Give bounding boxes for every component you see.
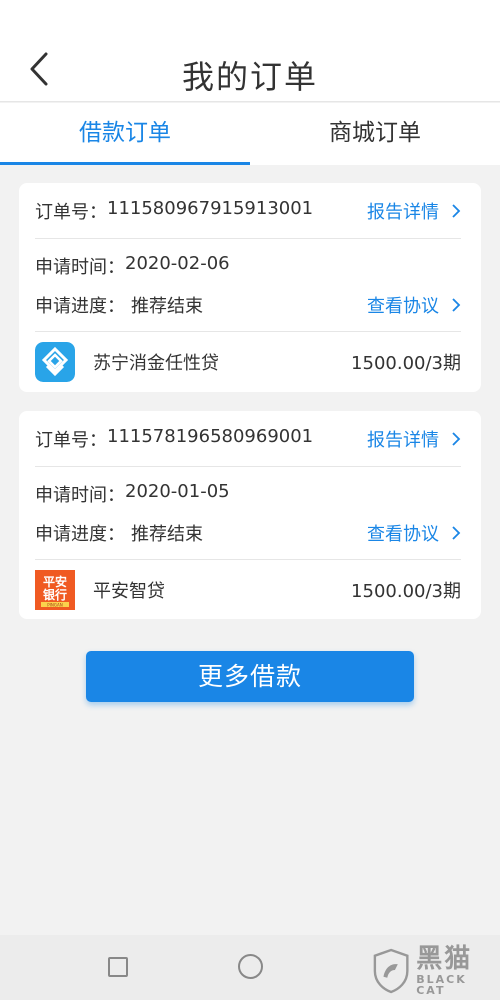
report-detail-label: 报告详情 <box>367 201 439 223</box>
product-row: 平安 银行 PINGAN 平安智贷 1500.00/3期 <box>35 560 461 620</box>
apply-time-value: 2020-02-06 <box>125 253 230 274</box>
product-name: 平安智贷 <box>93 581 165 602</box>
progress-label: 申请进度： <box>35 296 125 317</box>
order-card: 订单号： 111580967915913001 报告详情 申请时间： 2020-… <box>19 183 481 392</box>
order-number-label: 订单号： <box>35 201 107 223</box>
apply-time-value: 2020-01-05 <box>125 481 230 502</box>
report-detail-label: 报告详情 <box>367 429 439 451</box>
recent-apps-button[interactable] <box>108 957 128 977</box>
progress-value: 推荐结束 <box>131 296 203 317</box>
product-name: 苏宁消金任性贷 <box>93 353 219 374</box>
tab-loan-orders[interactable]: 借款订单 <box>0 103 250 165</box>
progress-row: 申请进度： 推荐结束 查看协议 <box>35 515 461 551</box>
order-number-value: 111580967915913001 <box>107 197 314 219</box>
svg-text:银行: 银行 <box>43 587 67 602</box>
pingan-logo-icon: 平安 银行 PINGAN <box>35 570 75 610</box>
suning-logo-icon <box>35 342 75 382</box>
view-agreement-link[interactable]: 查看协议 <box>367 292 461 318</box>
more-loans-button[interactable]: 更多借款 <box>86 651 414 702</box>
order-number-label: 订单号： <box>35 429 107 451</box>
loan-amount: 1500.00/3期 <box>351 581 461 602</box>
tab-mall-orders[interactable]: 商城订单 <box>250 103 500 165</box>
view-agreement-link[interactable]: 查看协议 <box>367 520 461 546</box>
report-detail-link[interactable]: 报告详情 <box>367 426 461 452</box>
watermark-en: BLACK CAT <box>416 973 467 997</box>
apply-time-label: 申请时间： <box>35 485 125 506</box>
chevron-right-icon <box>452 526 461 540</box>
view-agreement-label: 查看协议 <box>367 296 439 317</box>
progress-label: 申请进度： <box>35 524 125 545</box>
loan-amount: 1500.00/3期 <box>351 353 461 374</box>
product-row: 苏宁消金任性贷 1500.00/3期 <box>35 332 461 392</box>
progress-value: 推荐结束 <box>131 524 203 545</box>
order-card: 订单号： 111578196580969001 报告详情 申请时间： 2020-… <box>19 411 481 619</box>
black-cat-shield-icon <box>373 948 409 994</box>
watermark-cn: 黑猫 <box>416 944 473 974</box>
svg-text:PINGAN: PINGAN <box>47 602 62 607</box>
chevron-right-icon <box>452 431 461 446</box>
report-detail-link[interactable]: 报告详情 <box>367 198 461 224</box>
svg-text:平安: 平安 <box>43 574 67 589</box>
view-agreement-label: 查看协议 <box>367 524 439 545</box>
home-button[interactable] <box>238 954 263 979</box>
header: 我的订单 <box>0 0 500 102</box>
apply-time-row: 申请时间： 2020-02-06 <box>35 239 461 287</box>
order-number-row: 订单号： 111580967915913001 报告详情 <box>35 183 461 238</box>
order-number-value: 111578196580969001 <box>107 425 314 447</box>
progress-row: 申请进度： 推荐结束 查看协议 <box>35 287 461 323</box>
page-title: 我的订单 <box>181 58 318 96</box>
apply-time-row: 申请时间： 2020-01-05 <box>35 467 461 515</box>
watermark: 黑猫 BLACK CAT <box>372 944 498 998</box>
chevron-right-icon <box>452 203 461 218</box>
tab-bar: 借款订单 商城订单 <box>0 103 500 165</box>
apply-time-label: 申请时间： <box>35 257 125 278</box>
chevron-right-icon <box>452 298 461 312</box>
order-number-row: 订单号： 111578196580969001 报告详情 <box>35 411 461 466</box>
